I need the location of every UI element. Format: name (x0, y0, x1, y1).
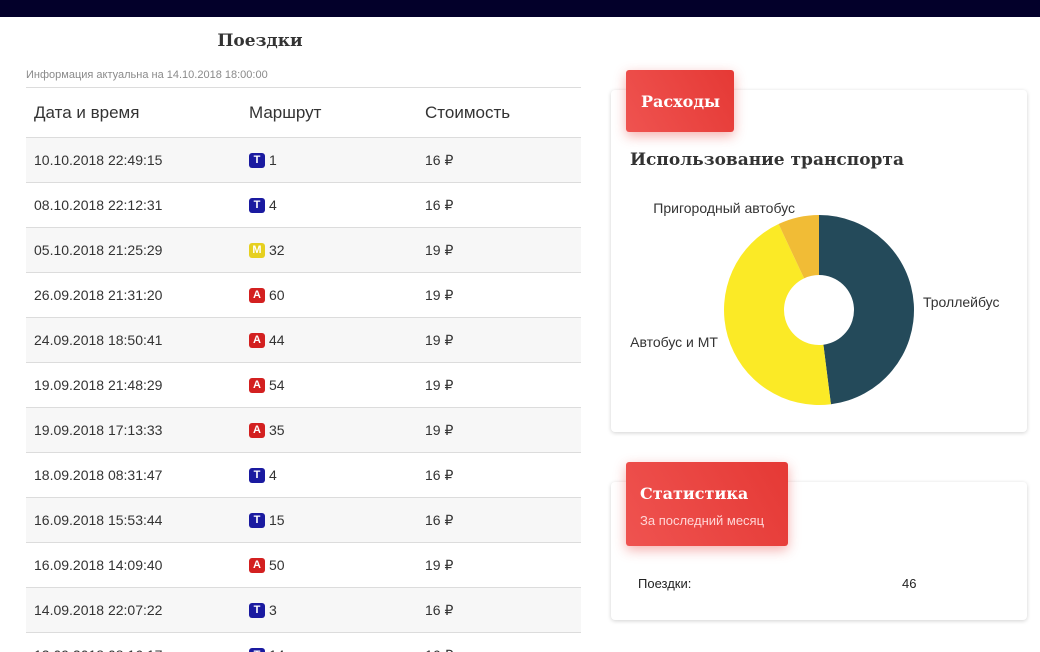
trip-route: А 54 (241, 377, 417, 393)
trips-table: Дата и время Маршрут Стоимость 10.10.201… (26, 87, 581, 652)
table-row[interactable]: 26.09.2018 21:31:20 А 60 19 ₽ (26, 273, 581, 318)
trip-datetime: 13.09.2018 08:16:17 (26, 647, 241, 652)
trip-cost: 16 ₽ (417, 647, 581, 652)
trip-route: А 44 (241, 332, 417, 348)
pie-slice[interactable] (819, 215, 915, 405)
trip-datetime: 16.09.2018 15:53:44 (34, 512, 163, 528)
table-row[interactable]: 19.09.2018 21:48:29 А 54 19 ₽ (26, 363, 581, 408)
trip-datetime: 08.10.2018 22:12:31 (34, 197, 163, 213)
route-number: 32 (269, 242, 285, 258)
trip-cost: 16 ₽ (425, 196, 454, 213)
trip-route: А 60 (241, 287, 417, 303)
trip-datetime: 05.10.2018 21:25:29 (34, 242, 163, 258)
table-row[interactable]: 18.09.2018 08:31:47 Т 4 16 ₽ (26, 453, 581, 498)
transport-type-icon: А (249, 332, 265, 348)
trip-datetime: 24.09.2018 18:50:41 (34, 332, 163, 348)
table-row[interactable]: 10.10.2018 22:49:15 Т 1 16 ₽ (26, 138, 581, 183)
stats-subtitle: За последний месяц (640, 513, 765, 528)
route-number: 50 (269, 557, 285, 573)
trip-datetime: 16.09.2018 14:09:40 (34, 557, 163, 573)
trip-cost: 19 ₽ (425, 421, 454, 438)
expenses-card: Расходы Использование транспорта Троллей… (611, 70, 1027, 432)
trip-datetime: 19.09.2018 17:13:33 (34, 422, 163, 438)
route-number: 54 (269, 377, 285, 393)
trip-route: Т4 (241, 197, 417, 213)
trip-cost: 19 ₽ (425, 376, 454, 393)
route-number: 15 (269, 512, 285, 528)
route-number: 1 (269, 152, 277, 168)
trip-route: А 50 (241, 557, 417, 573)
table-row[interactable]: 05.10.2018 21:25:29 М 32 19 ₽ (26, 228, 581, 273)
transport-usage-chart: Троллейбус Автобус и МТ Пригородный автобу… (630, 200, 1000, 405)
table-row[interactable]: 13.09.2018 08:16:17 Т 14 16 ₽ (26, 633, 581, 652)
table-body: 10.10.2018 22:49:15 Т 1 16 ₽08.10.2018 22:1… (26, 138, 581, 652)
route-number: 14 (269, 647, 285, 652)
transport-type-icon: М (249, 242, 265, 258)
table-row[interactable]: 08.10.2018 22:12:31 Т 4 16 ₽ (26, 183, 581, 228)
trip-route: Т4 (241, 467, 417, 483)
transport-type-icon: Т (249, 197, 265, 213)
stat-value: 46 (902, 576, 917, 591)
trip-cost: 16 ₽ (425, 466, 454, 483)
transport-type-icon: Т (249, 602, 265, 618)
info-timestamp: Информация актуальна на 14.10.2018 18:00… (26, 69, 268, 81)
trip-cost: 19 ₽ (425, 331, 454, 348)
trip-route: М 32 (241, 242, 417, 258)
trip-cost: 19 ₽ (425, 241, 454, 258)
trip-datetime: 14.09.2018 22:07:22 (34, 602, 163, 618)
stats-card-header: Статистика За последний месяц (626, 462, 788, 546)
transport-type-icon: А (249, 422, 265, 438)
route-number: 4 (269, 197, 277, 213)
transport-type-icon: Т (249, 467, 265, 483)
column-header-route[interactable]: Маршрут (241, 103, 417, 123)
column-header-datetime[interactable]: Дата и время (26, 103, 241, 123)
trips-title: Поездки (217, 31, 303, 51)
table-header: Дата и время Маршрут Стоимость (26, 88, 581, 138)
table-row[interactable]: 19.09.2018 17:13:33 А 35 19 ₽ (26, 408, 581, 453)
top-bar (0, 0, 1040, 17)
stats-title: Статистика (640, 484, 749, 503)
route-number: 60 (269, 287, 285, 303)
pie-label: Троллейбус (923, 294, 1000, 310)
trip-route: Т1 (241, 152, 417, 168)
transport-type-icon: А (249, 377, 265, 393)
trip-cost: 16 ₽ (425, 601, 454, 618)
table-row[interactable]: 16.09.2018 15:53:44 Т 15 16 ₽ (26, 498, 581, 543)
pie-label: Автобус и МТ (630, 334, 718, 350)
column-header-cost[interactable]: Стоимость (417, 103, 581, 123)
trip-cost: 19 ₽ (425, 286, 454, 303)
stats-card: Статистика За последний месяц Поездки: 4… (611, 462, 1027, 620)
trip-datetime: 19.09.2018 21:48:29 (34, 377, 163, 393)
trip-cost: 16 ₽ (425, 511, 454, 528)
route-number: 44 (269, 332, 285, 348)
route-number: 3 (269, 602, 277, 618)
stat-label: Поездки: (638, 576, 692, 591)
trip-route: А 35 (241, 422, 417, 438)
trip-cost: 16 ₽ (425, 151, 454, 168)
trip-datetime: 26.09.2018 21:31:20 (34, 287, 163, 303)
trip-route: Т 14 (241, 647, 417, 652)
transport-type-icon: Т (249, 512, 265, 528)
table-row[interactable]: 24.09.2018 18:50:41 А 44 19 ₽ (26, 318, 581, 363)
pie-label: Пригородный автобус (653, 200, 795, 216)
trip-datetime: 10.10.2018 22:49:15 (34, 152, 163, 168)
transport-type-icon: Т (249, 647, 265, 652)
table-row[interactable]: 16.09.2018 14:09:40 А 50 19 ₽ (26, 543, 581, 588)
stat-row-trips: Поездки: 46 (638, 576, 1018, 591)
table-row[interactable]: 14.09.2018 22:07:22 Т 3 16 ₽ (26, 588, 581, 633)
trip-route: Т3 (241, 602, 417, 618)
transport-type-icon: А (249, 557, 265, 573)
trip-route: Т 15 (241, 512, 417, 528)
route-number: 35 (269, 422, 285, 438)
transport-type-icon: А (249, 287, 265, 303)
transport-type-icon: Т (249, 152, 265, 168)
trip-cost: 19 ₽ (425, 556, 454, 573)
route-number: 4 (269, 467, 277, 483)
trip-datetime: 18.09.2018 08:31:47 (34, 467, 163, 483)
